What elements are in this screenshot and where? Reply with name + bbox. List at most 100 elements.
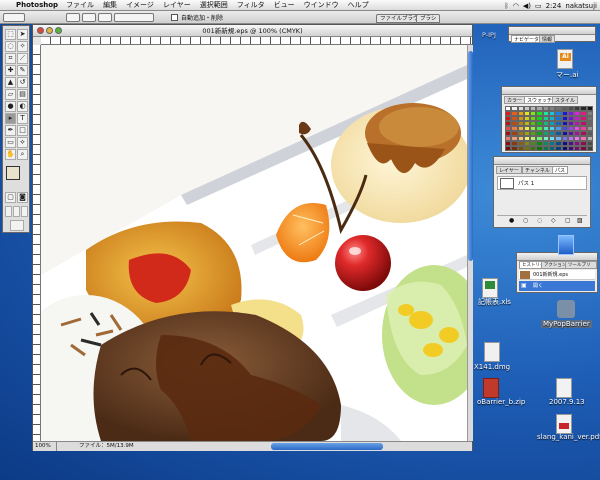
lasso-tool-icon[interactable]: ◌: [5, 41, 16, 52]
tab-swatches[interactable]: スウォッチ: [524, 96, 556, 104]
magic-wand-icon[interactable]: ✧: [17, 41, 28, 52]
menu-app-name[interactable]: Photoshop: [16, 1, 58, 9]
screen-mode-3-icon[interactable]: [21, 206, 28, 217]
minimize-window-icon[interactable]: [46, 27, 53, 34]
image-canvas[interactable]: [41, 45, 467, 441]
brush-tool-icon[interactable]: ✎: [17, 65, 28, 76]
menu-select[interactable]: 選択範囲: [200, 0, 228, 10]
menu-image[interactable]: イメージ: [126, 0, 154, 10]
marquee-tool-icon[interactable]: ⬚: [5, 29, 16, 40]
pen-tool-icon[interactable]: ✒: [5, 125, 16, 136]
desktop-label-pipj[interactable]: P-IPJ: [482, 31, 496, 39]
tab-channels[interactable]: チャンネル: [522, 166, 553, 174]
screen-mode-2-icon[interactable]: [13, 206, 20, 217]
tab-layers[interactable]: レイヤー: [496, 166, 522, 174]
eps-file-icon[interactable]: [558, 235, 574, 255]
wifi-icon[interactable]: ◠: [513, 2, 519, 10]
tab-brushes[interactable]: ブラシ: [416, 14, 441, 23]
zip-icon[interactable]: [483, 378, 499, 398]
stroke-path-icon[interactable]: ○: [523, 217, 528, 224]
layers-panel-title-bar[interactable]: [494, 157, 590, 165]
dodge-tool-icon[interactable]: ◐: [17, 101, 28, 112]
bluetooth-icon[interactable]: ᛒ: [505, 2, 509, 10]
swatch-grid[interactable]: [505, 106, 593, 151]
menu-edit[interactable]: 編集: [103, 0, 117, 10]
volume-icon[interactable]: ◀): [523, 2, 531, 10]
new-path-icon[interactable]: ▢: [565, 217, 571, 224]
healing-brush-icon[interactable]: ✚: [5, 65, 16, 76]
excel-file-icon[interactable]: [482, 278, 498, 298]
menu-filter[interactable]: フィルタ: [237, 0, 265, 10]
path-mode-button[interactable]: [66, 13, 80, 22]
load-selection-icon[interactable]: ◌: [537, 217, 542, 224]
desktop-label-zip[interactable]: oBarrier_b.zip: [477, 398, 525, 406]
close-window-icon[interactable]: [37, 27, 44, 34]
menu-view[interactable]: ビュー: [274, 0, 295, 10]
gradient-tool-icon[interactable]: ▤: [17, 89, 28, 100]
type-tool-icon[interactable]: T: [17, 113, 28, 124]
eraser-tool-icon[interactable]: ▱: [5, 89, 16, 100]
illustrator-file-icon[interactable]: Ai: [557, 49, 573, 69]
path-row[interactable]: パス 1: [497, 176, 587, 190]
hand-tool-icon[interactable]: ✋: [5, 149, 16, 160]
history-panel-title-bar[interactable]: [517, 253, 597, 261]
menu-file[interactable]: ファイル: [66, 0, 94, 10]
delete-path-icon[interactable]: ▨: [577, 217, 583, 224]
desktop-label-dmg[interactable]: X141.dmg: [474, 363, 510, 371]
document-icon[interactable]: [556, 378, 572, 398]
auto-add-delete-checkbox[interactable]: [171, 14, 178, 21]
menu-window[interactable]: ウインドウ: [304, 0, 339, 10]
tab-tool-presets[interactable]: ツールプリセット: [565, 261, 597, 276]
tab-navigator[interactable]: ナビゲータ: [511, 35, 543, 43]
horizontal-scroll-thumb[interactable]: [271, 443, 383, 450]
desktop-label-mar-ai[interactable]: マー.ai: [556, 70, 578, 80]
zoom-window-icon[interactable]: [55, 27, 62, 34]
desktop-label-2007[interactable]: 2007.9.13: [549, 398, 585, 406]
screen-mode-1-icon[interactable]: [5, 206, 12, 217]
quick-mask-icon[interactable]: ◙: [17, 192, 28, 203]
tab-paths[interactable]: パス: [552, 166, 569, 174]
freeform-pen-button[interactable]: [98, 13, 112, 22]
foreground-color-swatch[interactable]: [6, 166, 20, 180]
zoom-tool-icon[interactable]: ⌕: [17, 149, 28, 160]
notes-tool-icon[interactable]: ▭: [5, 137, 16, 148]
pen-mode-button[interactable]: [82, 13, 96, 22]
jump-to-imageready-icon[interactable]: [10, 220, 24, 231]
pdf-icon[interactable]: [556, 414, 572, 434]
desktop-label-pdf[interactable]: slang_kani_ver.pdf: [537, 433, 600, 441]
crop-tool-icon[interactable]: ⌗: [5, 53, 16, 64]
menu-help[interactable]: ヘルプ: [348, 0, 369, 10]
eyedropper-icon[interactable]: ⟡: [17, 137, 28, 148]
swatches-panel-title-bar[interactable]: [502, 87, 596, 95]
make-path-icon[interactable]: ◇: [551, 217, 556, 224]
vertical-scrollbar[interactable]: [467, 45, 473, 441]
tab-color[interactable]: カラー: [504, 96, 526, 104]
history-snapshot-row[interactable]: 001新新規.eps: [519, 270, 595, 280]
move-tool-icon[interactable]: ➤: [17, 29, 28, 40]
file-size-info[interactable]: ファイル：5M/13.9M: [79, 442, 134, 451]
app-icon[interactable]: [557, 300, 575, 318]
vertical-ruler[interactable]: [33, 45, 41, 441]
tab-info[interactable]: 情報: [539, 35, 556, 43]
clock[interactable]: 2:24: [546, 2, 562, 10]
tab-styles[interactable]: スタイル: [552, 96, 579, 104]
desktop-label-xls[interactable]: 記帳表.xls: [478, 297, 511, 307]
fill-path-icon[interactable]: ●: [509, 217, 514, 224]
standard-mode-icon[interactable]: ▢: [5, 192, 16, 203]
user-name[interactable]: nakatsuji: [565, 2, 597, 10]
history-state-open[interactable]: ▣ 開く: [519, 281, 595, 291]
blur-tool-icon[interactable]: ●: [5, 101, 16, 112]
clone-stamp-icon[interactable]: ▲: [5, 77, 16, 88]
path-selection-icon[interactable]: ▸: [5, 113, 16, 124]
document-title-bar[interactable]: 001新新規.eps @ 100% (CMYK): [33, 25, 472, 37]
shape-tool-icon[interactable]: □: [17, 125, 28, 136]
battery-icon[interactable]: ▭: [535, 2, 542, 10]
vertical-scroll-thumb[interactable]: [468, 51, 473, 261]
disk-image-icon[interactable]: [484, 342, 500, 362]
desktop-label-mypopbarrier[interactable]: MyPopBarrier: [541, 320, 592, 328]
navigator-panel-title-bar[interactable]: [509, 27, 595, 35]
horizontal-ruler[interactable]: [41, 37, 472, 45]
zoom-level-field[interactable]: 100%: [35, 442, 57, 451]
shape-tools-group[interactable]: [114, 13, 154, 22]
history-brush-icon[interactable]: ↺: [17, 77, 28, 88]
